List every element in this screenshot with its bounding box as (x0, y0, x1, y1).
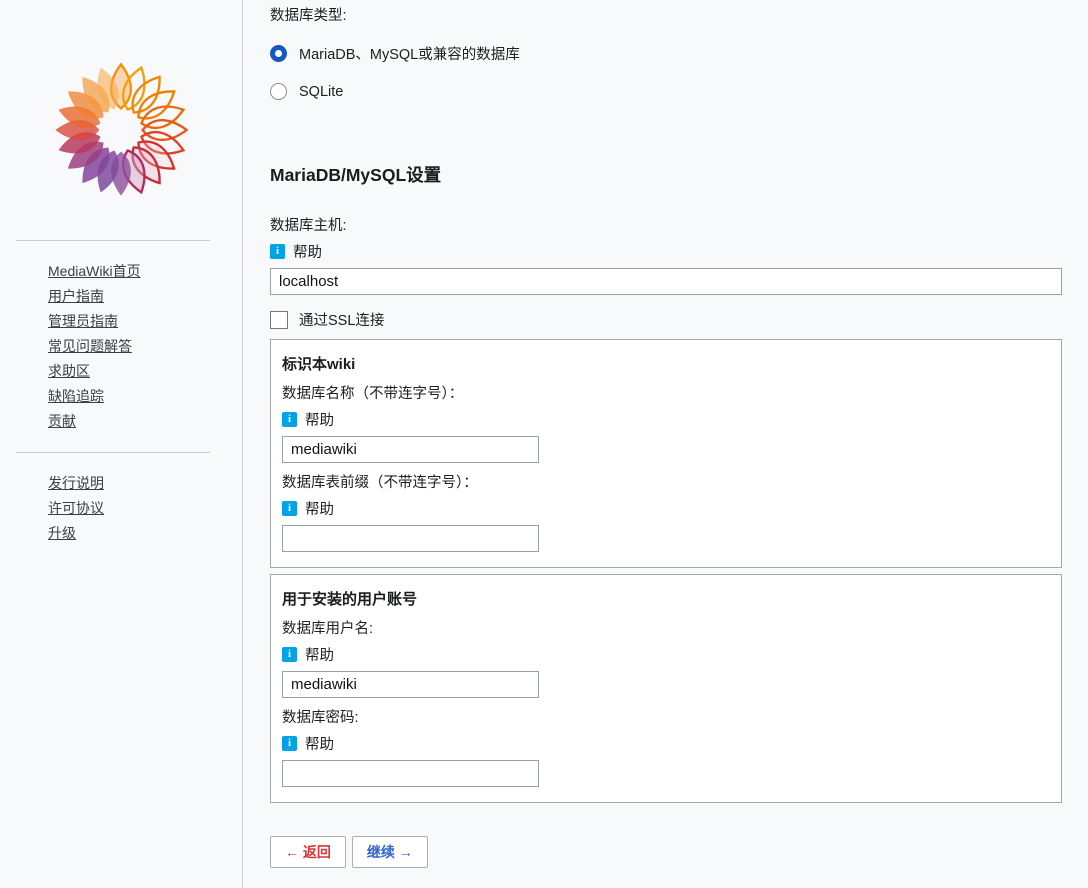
ssl-option[interactable]: 通过SSL连接 (270, 309, 1062, 330)
db-user-help[interactable]: i 帮助 (282, 644, 1049, 665)
help-link[interactable]: 帮助 (305, 733, 334, 754)
sidebar-link-contribute[interactable]: 贡献 (48, 413, 76, 429)
db-password-input[interactable] (282, 760, 539, 787)
sidebar-link-mediawiki-home[interactable]: MediaWiki首页 (48, 263, 141, 279)
install-account-title: 用于安装的用户账号 (282, 588, 1049, 609)
sidebar-item: 常见问题解答 (48, 334, 242, 359)
sidebar-divider-top (16, 240, 210, 241)
mediawiki-sunflower-logo (46, 55, 196, 210)
sidebar: MediaWiki首页 用户指南 管理员指南 常见问题解答 求助区 缺陷追踪 贡… (0, 0, 243, 888)
db-type-option-sqlite[interactable]: SQLite (270, 83, 1062, 100)
db-prefix-input[interactable] (282, 525, 539, 552)
help-link[interactable]: 帮助 (305, 409, 334, 430)
installer-page: MediaWiki首页 用户指南 管理员指南 常见问题解答 求助区 缺陷追踪 贡… (0, 0, 1088, 888)
sidebar-link-user-guide[interactable]: 用户指南 (48, 288, 104, 304)
sidebar-divider-bottom (16, 452, 210, 453)
sidebar-link-bug-tracker[interactable]: 缺陷追踪 (48, 388, 104, 404)
help-link[interactable]: 帮助 (305, 498, 334, 519)
sidebar-item: 管理员指南 (48, 309, 242, 334)
info-icon: i (282, 647, 297, 662)
sidebar-item: 贡献 (48, 409, 242, 434)
info-icon: i (282, 412, 297, 427)
db-name-input[interactable] (282, 436, 539, 463)
sidebar-link-faq[interactable]: 常见问题解答 (48, 338, 132, 354)
sidebar-link-upgrade[interactable]: 升级 (48, 525, 76, 541)
db-name-label: 数据库名称（不带连字号）： (282, 384, 1049, 404)
sidebar-link-release-notes[interactable]: 发行说明 (48, 475, 104, 491)
sidebar-item: 发行说明 (48, 471, 242, 496)
radio-mysql[interactable] (270, 45, 287, 62)
sidebar-item: 许可协议 (48, 496, 242, 521)
sidebar-link-help-desk[interactable]: 求助区 (48, 363, 90, 379)
installer-form: 数据库类型: MariaDB、MySQL或兼容的数据库 SQLite Maria… (243, 0, 1088, 888)
help-link[interactable]: 帮助 (305, 644, 334, 665)
help-link[interactable]: 帮助 (293, 241, 322, 262)
identify-wiki-title: 标识本wiki (282, 353, 1049, 374)
ssl-label: 通过SSL连接 (299, 309, 384, 330)
sidebar-item: MediaWiki首页 (48, 259, 242, 284)
wizard-buttons: ← 返回 继续 → (270, 836, 1062, 868)
sidebar-nav-secondary: 发行说明 许可协议 升级 (0, 471, 242, 546)
sidebar-item: 求助区 (48, 359, 242, 384)
sidebar-link-admin-guide[interactable]: 管理员指南 (48, 313, 118, 329)
db-name-help[interactable]: i 帮助 (282, 409, 1049, 430)
db-user-input[interactable] (282, 671, 539, 698)
sidebar-nav-primary: MediaWiki首页 用户指南 管理员指南 常见问题解答 求助区 缺陷追踪 贡… (0, 259, 242, 434)
db-password-label: 数据库密码: (282, 708, 1049, 728)
db-host-label: 数据库主机: (270, 216, 1062, 236)
mysql-settings-heading: MariaDB/MySQL设置 (270, 162, 1062, 187)
radio-sqlite-label: SQLite (299, 84, 343, 100)
sidebar-item: 升级 (48, 521, 242, 546)
continue-button[interactable]: 继续 → (352, 836, 428, 868)
ssl-checkbox[interactable] (270, 311, 288, 329)
radio-sqlite[interactable] (270, 83, 287, 100)
db-host-help[interactable]: i 帮助 (270, 241, 1062, 262)
db-user-label: 数据库用户名: (282, 619, 1049, 639)
install-account-box: 用于安装的用户账号 数据库用户名: i 帮助 数据库密码: i 帮助 (270, 574, 1062, 803)
db-password-help[interactable]: i 帮助 (282, 733, 1049, 754)
sidebar-item: 缺陷追踪 (48, 384, 242, 409)
radio-mysql-label: MariaDB、MySQL或兼容的数据库 (299, 43, 520, 64)
back-button[interactable]: ← 返回 (270, 836, 346, 868)
sidebar-item: 用户指南 (48, 284, 242, 309)
sidebar-link-license[interactable]: 许可协议 (48, 500, 104, 516)
info-icon: i (282, 501, 297, 516)
info-icon: i (270, 244, 285, 259)
info-icon: i (282, 736, 297, 751)
db-prefix-help[interactable]: i 帮助 (282, 498, 1049, 519)
db-type-option-mysql[interactable]: MariaDB、MySQL或兼容的数据库 (270, 43, 1062, 64)
db-host-input[interactable] (270, 268, 1062, 295)
identify-wiki-box: 标识本wiki 数据库名称（不带连字号）： i 帮助 数据库表前缀（不带连字号）… (270, 339, 1062, 568)
db-prefix-label: 数据库表前缀（不带连字号）： (282, 473, 1049, 493)
db-type-label: 数据库类型: (270, 6, 1062, 26)
